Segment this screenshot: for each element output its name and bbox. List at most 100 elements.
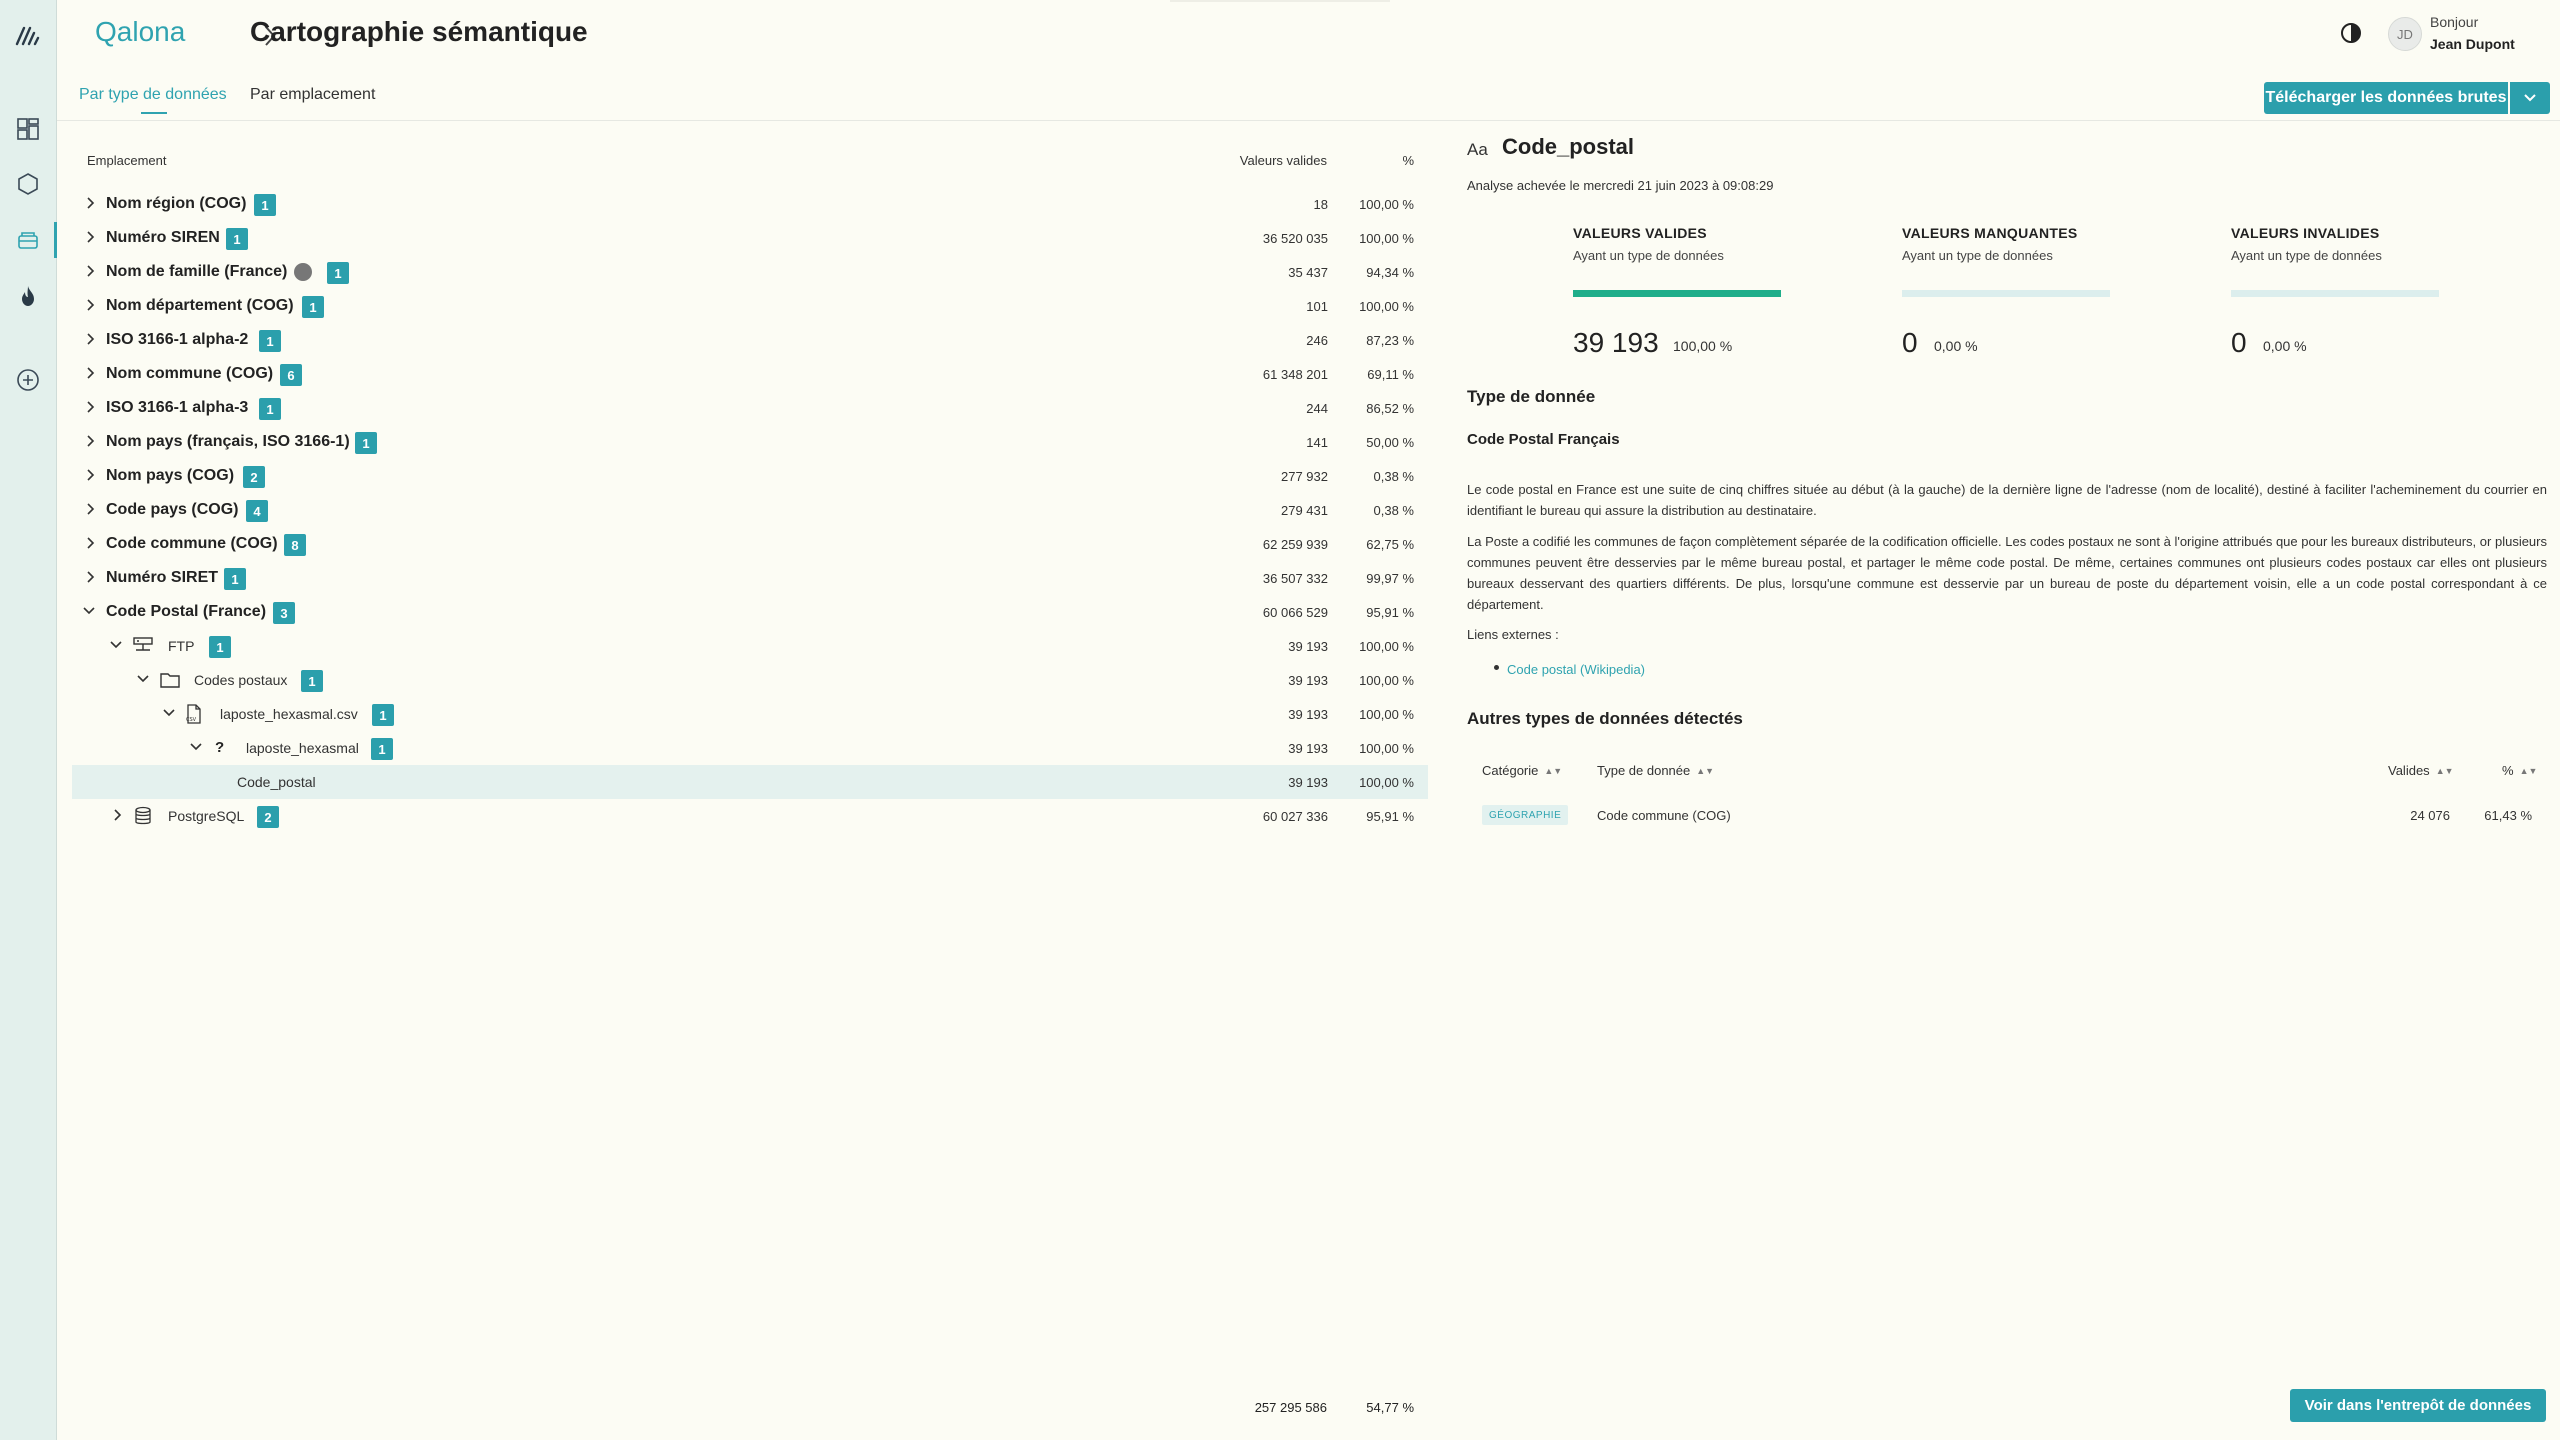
stat-progress-bar [1902, 290, 2110, 297]
tree-row-selected[interactable]: Code_postal 39 193 100,00 % [72, 765, 1428, 799]
col-header-pct[interactable]: % ▲▼ [2502, 763, 2537, 778]
stat-value: 39 193 [1573, 327, 1659, 358]
tree-row[interactable]: Numéro SIRET 1 36 507 332 99,97 % [72, 561, 1428, 595]
other-type-pct: 61,43 % [2484, 808, 2532, 823]
tree-row[interactable]: Nom département (COG) 1 101 100,00 % [72, 289, 1428, 323]
tree-row[interactable]: PostgreSQL 2 60 027 336 95,91 % [72, 799, 1428, 833]
row-label: Nom région (COG) [106, 195, 247, 212]
breadcrumb-root[interactable]: Qalona [95, 16, 185, 48]
total-pct: 54,77 % [1366, 1400, 1414, 1415]
tree-row[interactable]: Code Postal (France) 3 60 066 529 95,91 … [72, 595, 1428, 629]
tree-row[interactable]: FTP 1 39 193 100,00 % [72, 629, 1428, 663]
chevron-right-icon [87, 469, 95, 481]
stat-pct: 100,00 % [1673, 338, 1733, 354]
type-name: Code Postal Français [1467, 431, 1620, 448]
valid-count: 36 520 035 [1262, 231, 1328, 246]
col-header-valid[interactable]: Valides ▲▼ [2388, 763, 2454, 778]
count-badge: 3 [273, 602, 295, 624]
row-label: Numéro SIREN [106, 229, 220, 246]
valid-pct: 99,97 % [1366, 571, 1414, 586]
valid-count: 101 [1306, 299, 1328, 314]
sort-icon: ▲▼ [2519, 766, 2538, 776]
type-heading: Type de donnée [1467, 387, 1596, 406]
tree-row[interactable]: ISO 3166-1 alpha-2 1 246 87,23 % [72, 323, 1428, 357]
chevron-down-icon [190, 743, 202, 751]
tree-row[interactable]: Nom région (COG) 1 18 100,00 % [72, 187, 1428, 221]
database-map-icon[interactable] [14, 226, 42, 254]
row-label: Nom commune (COG) [106, 365, 274, 382]
col-header-type[interactable]: Type de donnée ▲▼ [1597, 763, 1714, 778]
valid-count: 62 259 939 [1262, 537, 1328, 552]
valid-pct: 95,91 % [1366, 605, 1414, 620]
row-label: laposte_hexasmal.csv [220, 706, 358, 722]
tree-row[interactable]: CSV laposte_hexasmal.csv 1 39 193 100,00… [72, 697, 1428, 731]
tree-row[interactable]: ? laposte_hexasmal 1 39 193 100,00 % [72, 731, 1428, 765]
stat-invalid: VALEURS INVALIDES Ayant un type de donné… [2231, 225, 2511, 358]
col-header-valid: Valeurs valides [1239, 153, 1327, 168]
chevron-down-icon [110, 641, 122, 649]
count-badge: 1 [371, 738, 393, 760]
count-badge: 1 [259, 398, 281, 420]
chevron-right-icon [87, 231, 95, 243]
tree-row[interactable]: Codes postaux 1 39 193 100,00 % [72, 663, 1428, 697]
other-type-name[interactable]: Code commune (COG) [1597, 808, 1731, 823]
header: Qalona Cartographie sémantique JD Bonjou… [57, 0, 2560, 70]
stat-missing: VALEURS MANQUANTES Ayant un type de donn… [1902, 225, 2182, 358]
chevron-down-icon [163, 709, 175, 717]
wikipedia-link[interactable]: Code postal (Wikipedia) [1507, 662, 1645, 677]
user-name[interactable]: Jean Dupont [2430, 36, 2520, 52]
valid-count: 39 193 [1288, 639, 1328, 654]
valid-pct: 0,38 % [1373, 469, 1414, 484]
logo-icon[interactable] [14, 20, 42, 48]
valid-count: 35 437 [1288, 265, 1328, 280]
chevron-down-icon [2524, 94, 2536, 102]
page-title: Cartographie sémantique [250, 16, 588, 47]
valid-count: 244 [1306, 401, 1328, 416]
sort-icon: ▲▼ [1696, 766, 1715, 776]
row-label: Code commune (COG) [106, 535, 278, 552]
stat-subtitle: Ayant un type de données [1902, 248, 2053, 263]
sidebar [0, 0, 57, 1440]
tree-row[interactable]: Code commune (COG) 8 62 259 939 62,75 % [72, 527, 1428, 561]
download-options-button[interactable] [2510, 82, 2550, 114]
row-label: laposte_hexasmal [246, 740, 359, 756]
col-header-category[interactable]: Catégorie ▲▼ [1482, 763, 1562, 778]
stat-value: 0 [2231, 327, 2247, 358]
valid-pct: 94,34 % [1366, 265, 1414, 280]
stat-progress-bar [1573, 290, 1781, 297]
valid-count: 61 348 201 [1262, 367, 1328, 382]
tab-par-emplacement[interactable]: Par emplacement [250, 86, 375, 114]
tree-row[interactable]: Nom commune (COG) 6 61 348 201 69,11 % [72, 357, 1428, 391]
row-label: ISO 3166-1 alpha-3 [106, 399, 249, 416]
row-label: Code_postal [237, 774, 316, 790]
avatar[interactable]: JD [2388, 17, 2422, 51]
valid-pct: 100,00 % [1359, 707, 1414, 722]
hexagon-icon[interactable] [14, 170, 42, 198]
tree-row[interactable]: Numéro SIREN 1 36 520 035 100,00 % [72, 221, 1428, 255]
tree-row[interactable]: Code pays (COG) 4 279 431 0,38 % [72, 493, 1428, 527]
theme-toggle-icon[interactable] [2340, 22, 2362, 44]
download-raw-data-button[interactable]: Télécharger les données brutes [2264, 82, 2508, 114]
tree-row[interactable]: ISO 3166-1 alpha-3 1 244 86,52 % [72, 391, 1428, 425]
category-badge: GÉOGRAPHIE [1482, 805, 1569, 825]
valid-count: 277 932 [1281, 469, 1328, 484]
tree-row[interactable]: Nom pays (COG) 2 277 932 0,38 % [72, 459, 1428, 493]
tab-par-type[interactable]: Par type de données [79, 86, 227, 114]
stat-valid: VALEURS VALIDES Ayant un type de données… [1573, 225, 1853, 358]
dashboard-icon[interactable] [14, 115, 42, 143]
valid-pct: 100,00 % [1359, 231, 1414, 246]
tree-row[interactable]: Nom pays (français, ISO 3166-1) 1 141 50… [72, 425, 1428, 459]
valid-count: 246 [1306, 333, 1328, 348]
count-badge: 1 [327, 262, 349, 284]
flame-icon[interactable] [14, 282, 42, 310]
row-label: FTP [168, 638, 195, 654]
row-label: ISO 3166-1 alpha-2 [106, 331, 249, 348]
stat-progress-fill [1573, 290, 1781, 297]
sort-icon: ▲▼ [1544, 766, 1563, 776]
add-circle-icon[interactable] [14, 366, 42, 394]
tabs-divider [57, 120, 2560, 121]
tree-row[interactable]: Nom de famille (France) 1 35 437 94,34 % [72, 255, 1428, 289]
valid-pct: 100,00 % [1359, 639, 1414, 654]
chevron-right-icon [87, 503, 95, 515]
view-in-warehouse-button[interactable]: Voir dans l'entrepôt de données [2290, 1389, 2546, 1422]
